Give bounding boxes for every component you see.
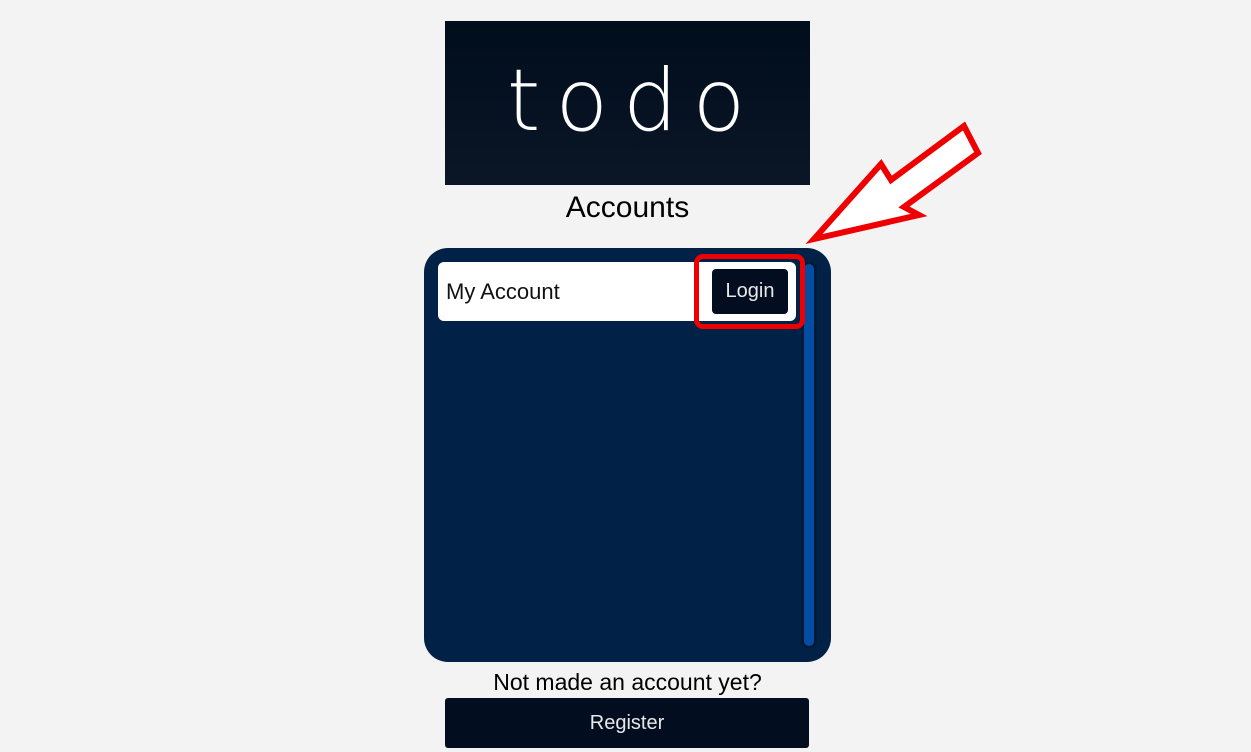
register-prompt: Not made an account yet? [493,669,762,695]
login-button[interactable]: Login [712,269,788,314]
scrollbar[interactable] [801,262,817,648]
account-name: My Account [446,279,560,304]
account-row: My Account Login [438,262,796,321]
scrollbar-thumb[interactable] [804,264,814,646]
arrow-icon [805,121,982,245]
accounts-list: My Account Login [424,248,831,662]
register-button[interactable]: Register [445,698,809,748]
logo-text: todo [506,51,761,151]
app-logo: todo [445,21,810,185]
page-title: Accounts [565,191,690,224]
